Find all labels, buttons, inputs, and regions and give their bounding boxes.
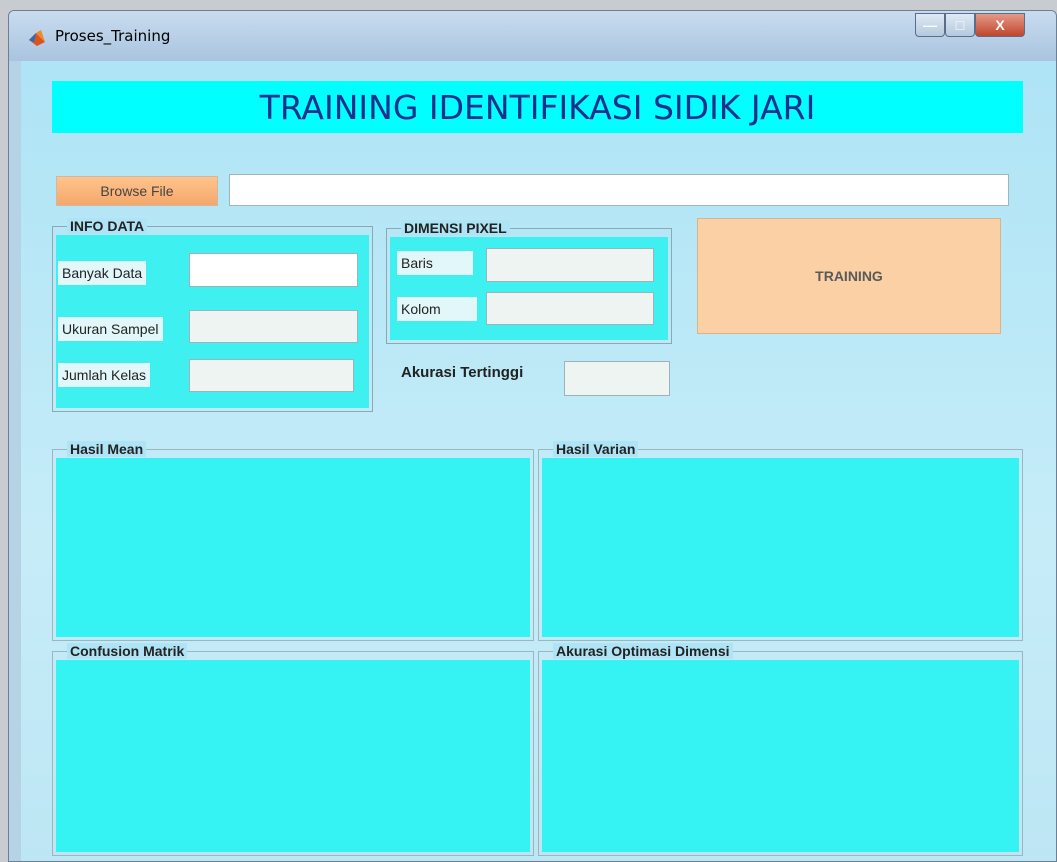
browse-file-button[interactable]: Browse File xyxy=(56,176,218,206)
akurasi-tertinggi-field[interactable] xyxy=(564,361,670,396)
maximize-button[interactable]: □ xyxy=(945,13,975,37)
banyak-data-label: Banyak Data xyxy=(58,261,147,285)
info-data-title: INFO DATA xyxy=(67,218,148,234)
matlab-logo-icon xyxy=(29,30,45,46)
app-window: Proses_Training — □ X TRAINING IDENTIFIK… xyxy=(8,10,1057,862)
confusion-matrik-panel: Confusion Matrik xyxy=(52,643,534,856)
hasil-varian-title: Hasil Varian xyxy=(553,441,639,457)
dimensi-pixel-panel: DIMENSI PIXEL Baris Kolom xyxy=(386,220,672,344)
minimize-icon: — xyxy=(923,17,937,33)
akurasi-optimasi-axes xyxy=(542,660,1019,852)
confusion-matrik-axes xyxy=(56,660,530,852)
kolom-label: Kolom xyxy=(397,297,477,321)
figure-client-area: TRAINING IDENTIFIKASI SIDIK JARI Browse … xyxy=(21,61,1056,861)
close-button[interactable]: X xyxy=(975,13,1025,37)
minimize-button[interactable]: — xyxy=(915,13,945,37)
title-bar[interactable]: Proses_Training — □ X xyxy=(9,11,1056,61)
baris-field[interactable] xyxy=(486,248,654,282)
kolom-field[interactable] xyxy=(486,292,654,325)
page-title: TRAINING IDENTIFIKASI SIDIK JARI xyxy=(52,81,1023,133)
hasil-varian-panel: Hasil Varian xyxy=(538,441,1023,641)
dimensi-pixel-title: DIMENSI PIXEL xyxy=(401,220,510,236)
maximize-icon: □ xyxy=(955,17,965,33)
hasil-mean-title: Hasil Mean xyxy=(67,441,147,457)
ukuran-sampel-field[interactable] xyxy=(189,310,358,343)
window-title: Proses_Training xyxy=(55,27,171,45)
hasil-mean-panel: Hasil Mean xyxy=(52,441,534,641)
hasil-mean-axes xyxy=(56,458,530,637)
training-button[interactable]: TRAINING xyxy=(697,218,1001,334)
jumlah-kelas-field[interactable] xyxy=(189,359,354,392)
banyak-data-field[interactable] xyxy=(189,253,358,287)
hasil-varian-axes xyxy=(542,458,1019,637)
akurasi-optimasi-panel: Akurasi Optimasi Dimensi xyxy=(538,643,1023,856)
baris-label: Baris xyxy=(397,251,473,275)
close-icon: X xyxy=(995,17,1005,33)
akurasi-tertinggi-label: Akurasi Tertinggi xyxy=(401,364,524,381)
info-data-panel: INFO DATA Banyak Data Ukuran Sampel Juml… xyxy=(52,218,373,412)
jumlah-kelas-label: Jumlah Kelas xyxy=(58,363,151,387)
ukuran-sampel-label: Ukuran Sampel xyxy=(58,317,163,341)
confusion-matrik-title: Confusion Matrik xyxy=(67,643,188,659)
akurasi-optimasi-title: Akurasi Optimasi Dimensi xyxy=(553,643,733,659)
file-path-field[interactable] xyxy=(229,174,1009,206)
